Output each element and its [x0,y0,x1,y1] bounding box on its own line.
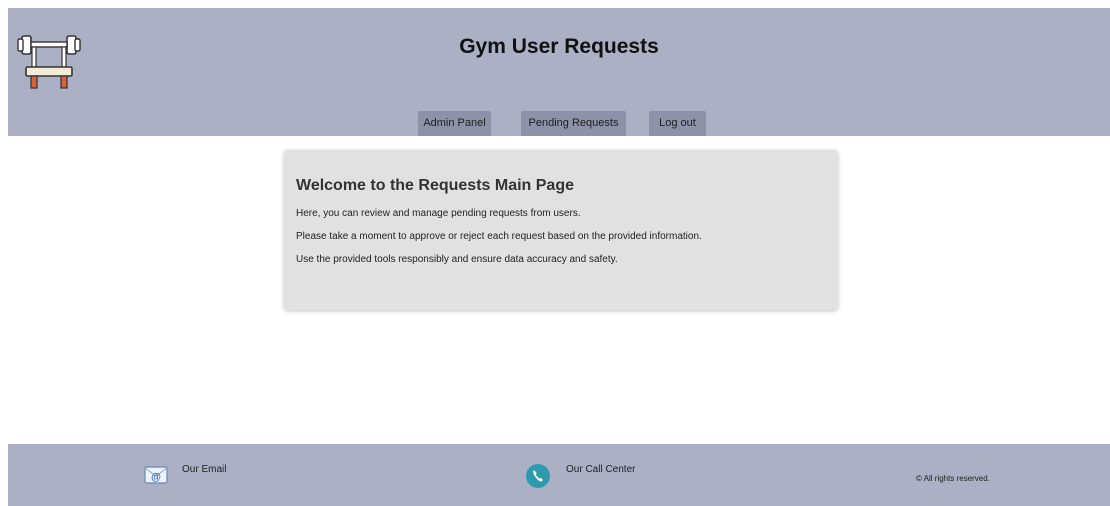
welcome-line-1: Here, you can review and manage pending … [296,208,581,219]
call-center-link[interactable]: Our Call Center [566,464,635,475]
page-title: Gym User Requests [459,35,659,58]
welcome-line-3: Use the provided tools responsibly and e… [296,254,618,265]
admin-panel-button[interactable]: Admin Panel [418,111,491,136]
welcome-card: Welcome to the Requests Main Page Here, … [284,150,838,310]
svg-text:@: @ [151,472,161,483]
email-link[interactable]: Our Email [182,464,226,475]
phone-icon[interactable] [526,464,550,488]
page-header: Gym User Requests Admin Panel Pending Re… [8,8,1110,136]
log-out-button[interactable]: Log out [649,111,706,136]
pending-requests-button[interactable]: Pending Requests [521,111,626,136]
page-footer: @ Our Email Our Call Center © All rights… [8,444,1110,506]
email-icon[interactable]: @ [144,466,168,484]
welcome-heading: Welcome to the Requests Main Page [296,177,574,194]
copyright-text: © All rights reserved. [916,474,990,483]
welcome-line-2: Please take a moment to approve or rejec… [296,231,702,242]
